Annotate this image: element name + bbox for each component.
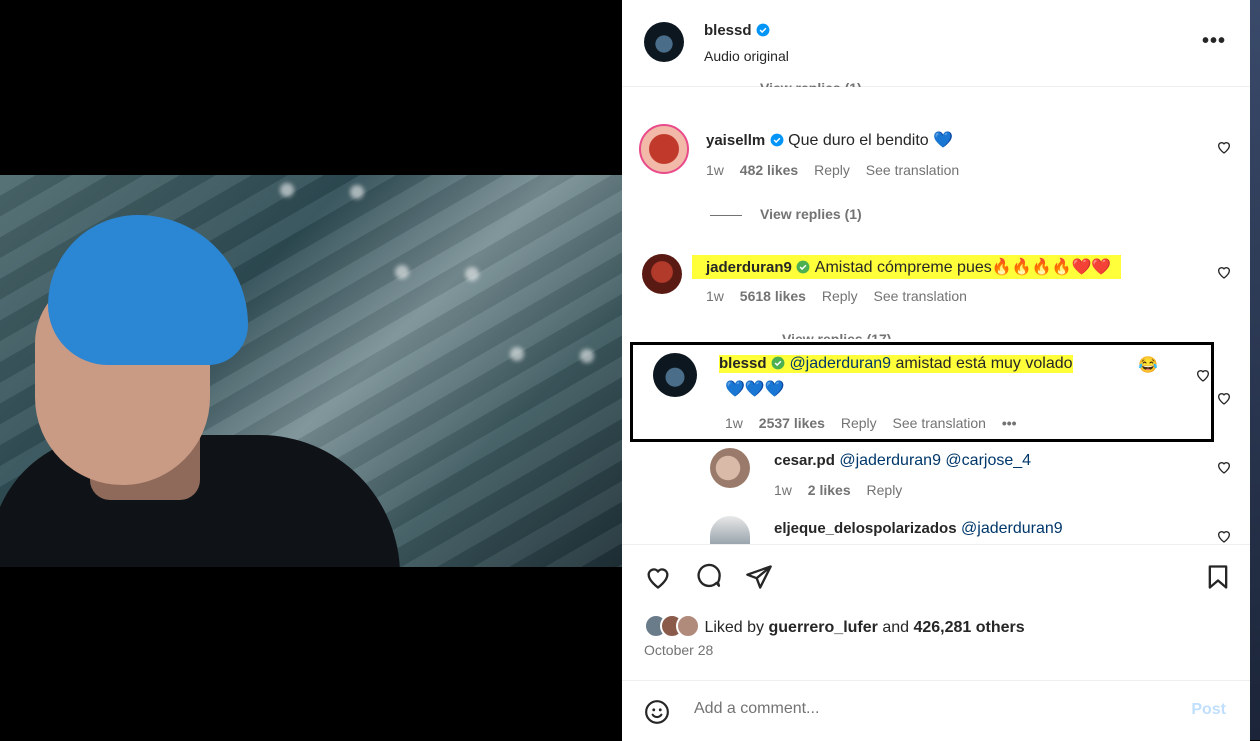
post-header: blessd Audio original ••• [622, 0, 1250, 87]
reply-button[interactable]: Reply [867, 482, 903, 498]
share-icon[interactable] [745, 563, 773, 591]
reply-emoji-line: 💙💙💙 [725, 381, 785, 398]
comment-text: Amistad cómpreme pues [814, 259, 992, 276]
see-translation-button[interactable]: See translation [866, 162, 959, 178]
bookmark-icon[interactable] [1204, 563, 1232, 591]
comment-likes[interactable]: 482 likes [740, 162, 798, 178]
audio-label[interactable]: Audio original [704, 48, 789, 64]
verified-icon [771, 356, 785, 370]
see-translation-button[interactable]: See translation [874, 288, 967, 304]
add-comment-bar: Post [622, 680, 1250, 741]
mention-link[interactable]: @jaderduran9 [839, 452, 941, 469]
commenter-username[interactable]: blessd [719, 355, 767, 372]
like-reply-icon[interactable] [1195, 367, 1211, 383]
reply-likes[interactable]: 2 likes [808, 482, 851, 498]
comment-input[interactable] [692, 699, 1136, 719]
see-translation-button[interactable]: See translation [893, 415, 986, 431]
comment-text: Que duro el bendito [788, 132, 929, 149]
commenter-username[interactable]: jaderduran9 [706, 259, 792, 276]
comment-body: yaisellm Que duro el bendito 💙 [706, 130, 953, 150]
post-date[interactable]: October 28 [644, 642, 713, 658]
commenter-avatar[interactable] [710, 448, 750, 488]
reply-button[interactable]: Reply [841, 415, 877, 431]
mention-link[interactable]: @carjose_4 [945, 452, 1031, 469]
background-edge [1250, 0, 1260, 740]
reply-time[interactable]: 1w [725, 415, 743, 431]
reply-meta: 1w 2537 likes Reply See translation ••• [725, 415, 1029, 431]
reply-body: blessd @jaderduran9 amistad está muy vol… [719, 355, 1073, 373]
comment-emoji: 💙 [933, 132, 954, 149]
heart-icon[interactable] [644, 563, 672, 591]
reply-button[interactable]: Reply [822, 288, 858, 304]
comment-likes[interactable]: 5618 likes [740, 288, 806, 304]
comment-body: jaderduran9 Amistad cómpreme pues🔥🔥🔥🔥❤️❤… [692, 255, 1122, 279]
reply-more-button[interactable]: ••• [1002, 415, 1017, 431]
comment-emoji: 🔥🔥🔥🔥❤️❤️ [991, 259, 1112, 276]
liked-by-prefix: Liked by [704, 619, 765, 636]
commenter-avatar[interactable] [710, 516, 750, 544]
comment-icon[interactable] [695, 563, 723, 591]
reply-likes[interactable]: 2537 likes [759, 415, 825, 431]
commenter-username[interactable]: cesar.pd [774, 452, 835, 469]
reply-body: cesar.pd @jaderduran9 @carjose_4 [774, 452, 1031, 470]
liked-by-user[interactable]: guerrero_lufer [769, 619, 878, 636]
like-comment-icon[interactable] [1216, 459, 1232, 475]
commenter-avatar[interactable] [653, 353, 697, 397]
view-replies-button[interactable]: View replies (1) [710, 206, 862, 222]
like-comment-icon[interactable] [1216, 139, 1232, 155]
like-comment-icon[interactable] [1216, 390, 1232, 406]
likes-summary: Liked by guerrero_lufer and 426,281 othe… [644, 614, 1025, 638]
reply-button[interactable]: Reply [814, 162, 850, 178]
reply-time[interactable]: 1w [774, 482, 792, 498]
liked-by-avatars[interactable] [644, 614, 704, 638]
comments-panel: blessd Audio original ••• View replies (… [622, 0, 1250, 741]
likes-count[interactable]: 426,281 others [913, 619, 1024, 636]
view-replies-partial[interactable]: View replies (1) [710, 80, 862, 87]
comment-meta: 1w 482 likes Reply See translation [706, 162, 971, 178]
verified-icon [756, 23, 770, 37]
commenter-username[interactable]: yaisellm [706, 132, 765, 149]
comment-time[interactable]: 1w [706, 288, 724, 304]
post-comment-button[interactable]: Post [1191, 701, 1226, 719]
highlighted-reply-box: blessd @jaderduran9 amistad está muy vol… [630, 342, 1214, 442]
like-comment-icon[interactable] [1216, 264, 1232, 280]
like-comment-icon[interactable] [1216, 528, 1232, 544]
mention-link[interactable]: @jaderduran9 [789, 355, 891, 372]
verified-icon [796, 260, 810, 274]
mention-link[interactable]: @jaderduran9 [961, 520, 1063, 537]
author-username[interactable]: blessd [704, 22, 752, 39]
reply-meta: 1w 2 likes Reply [774, 482, 914, 498]
commenter-avatar[interactable] [642, 254, 682, 294]
post-media [0, 0, 622, 740]
more-options-button[interactable]: ••• [1202, 30, 1226, 53]
author-avatar[interactable] [644, 22, 684, 62]
video-player[interactable] [0, 175, 622, 567]
video-person [0, 195, 400, 567]
reply-text: amistad está muy volado [895, 355, 1073, 372]
reply-body: eljeque_delospolarizados @jaderduran9 [774, 520, 1063, 538]
commenter-avatar[interactable] [639, 124, 689, 174]
verified-icon [770, 133, 784, 147]
comment-meta: 1w 5618 likes Reply See translation [706, 288, 979, 304]
liked-by-and: and [882, 619, 910, 636]
commenter-username[interactable]: eljeque_delospolarizados [774, 520, 957, 537]
emoji-icon[interactable] [644, 699, 670, 725]
reply-emoji: 😂 [1138, 357, 1158, 374]
comment-time[interactable]: 1w [706, 162, 724, 178]
